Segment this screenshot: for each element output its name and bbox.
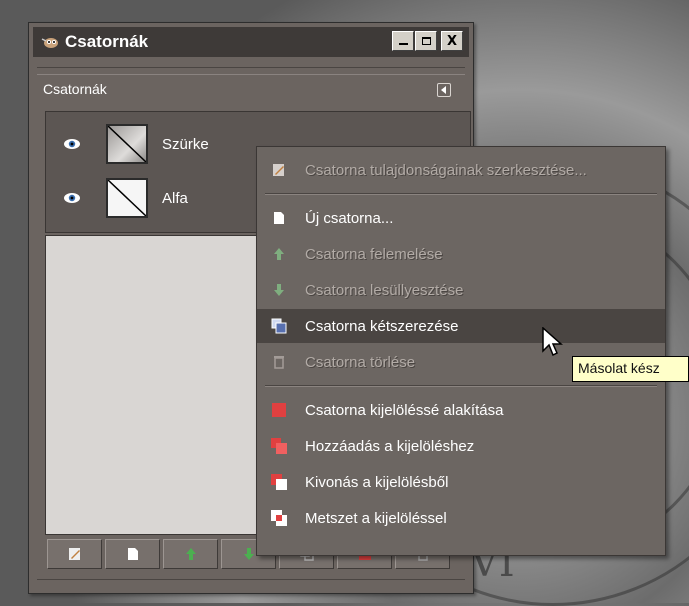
window-title: Csatornák [65, 32, 149, 51]
subtract-selection-icon [271, 474, 287, 490]
menu-separator [265, 385, 657, 387]
menu-item-label: Hozzáadás a kijelöléshez [305, 437, 475, 455]
channel-thumbnail [106, 124, 148, 164]
panel-menu-button[interactable] [437, 83, 451, 97]
divider [37, 579, 465, 586]
new-channel-button[interactable] [105, 539, 160, 569]
menu-item-channel-to-selection[interactable]: Csatorna kijelöléssé alakítása [257, 393, 665, 427]
menu-item-label: Csatorna felemelése [305, 245, 443, 263]
menu-separator [265, 193, 657, 195]
add-selection-icon [271, 438, 287, 454]
title-bar[interactable]: Csatornák X [33, 27, 469, 57]
raise-arrow-icon [271, 246, 287, 262]
menu-item-label: Csatorna törlése [305, 353, 416, 371]
maximize-button[interactable] [415, 31, 437, 51]
triangle-left-icon [441, 86, 446, 94]
menu-item-add-to-selection[interactable]: Hozzáadás a kijelöléshez [257, 429, 665, 463]
panel-label: Csatornák [43, 81, 107, 97]
menu-item-duplicate-channel[interactable]: Csatorna kétszerezése [257, 309, 665, 343]
mouse-cursor-icon [542, 326, 564, 361]
maximize-icon [421, 37, 431, 45]
menu-item-edit-channel-attributes[interactable]: Csatorna tulajdonságainak szerkesztése..… [257, 153, 665, 187]
tooltip: Másolat kész [572, 356, 689, 382]
menu-item-new-channel[interactable]: Új csatorna... [257, 201, 665, 235]
minimize-button[interactable] [392, 31, 414, 51]
menu-item-intersect-with-selection[interactable]: Metszet a kijelöléssel [257, 501, 665, 535]
edit-icon [271, 162, 287, 178]
edit-icon [68, 548, 80, 560]
divider [37, 67, 465, 75]
raise-arrow-icon [185, 548, 196, 560]
channel-name: Szürke [162, 135, 209, 153]
duplicate-icon [271, 318, 287, 334]
selection-icon [271, 402, 287, 418]
menu-item-subtract-from-selection[interactable]: Kivonás a kijelölésből [257, 465, 665, 499]
menu-item-label: Csatorna lesüllyesztése [305, 281, 464, 299]
menu-item-label: Csatorna kijelöléssé alakítása [305, 401, 504, 419]
eye-icon[interactable] [62, 138, 82, 150]
new-document-icon [271, 210, 287, 226]
menu-item-label: Csatorna tulajdonságainak szerkesztése..… [305, 161, 587, 179]
close-button[interactable]: X [441, 31, 463, 51]
lower-arrow-icon [243, 548, 254, 560]
new-document-icon [127, 548, 138, 560]
channel-name: Alfa [162, 189, 188, 207]
menu-item-label: Új csatorna... [305, 209, 394, 227]
channel-thumbnail [106, 178, 148, 218]
gimp-icon [39, 35, 61, 49]
menu-item-lower-channel[interactable]: Csatorna lesüllyesztése [257, 273, 665, 307]
lower-arrow-icon [271, 282, 287, 298]
trash-icon [271, 354, 287, 370]
channel-context-menu: Csatorna tulajdonságainak szerkesztése..… [256, 146, 666, 556]
menu-item-label: Csatorna kétszerezése [305, 317, 459, 335]
menu-item-label: Metszet a kijelöléssel [305, 509, 447, 527]
menu-item-raise-channel[interactable]: Csatorna felemelése [257, 237, 665, 271]
raise-channel-button[interactable] [163, 539, 218, 569]
eye-icon[interactable] [62, 192, 82, 204]
menu-item-label: Kivonás a kijelölésből [305, 473, 449, 491]
edit-channel-button[interactable] [47, 539, 102, 569]
minimize-icon [398, 43, 408, 45]
intersect-selection-icon [271, 510, 287, 526]
